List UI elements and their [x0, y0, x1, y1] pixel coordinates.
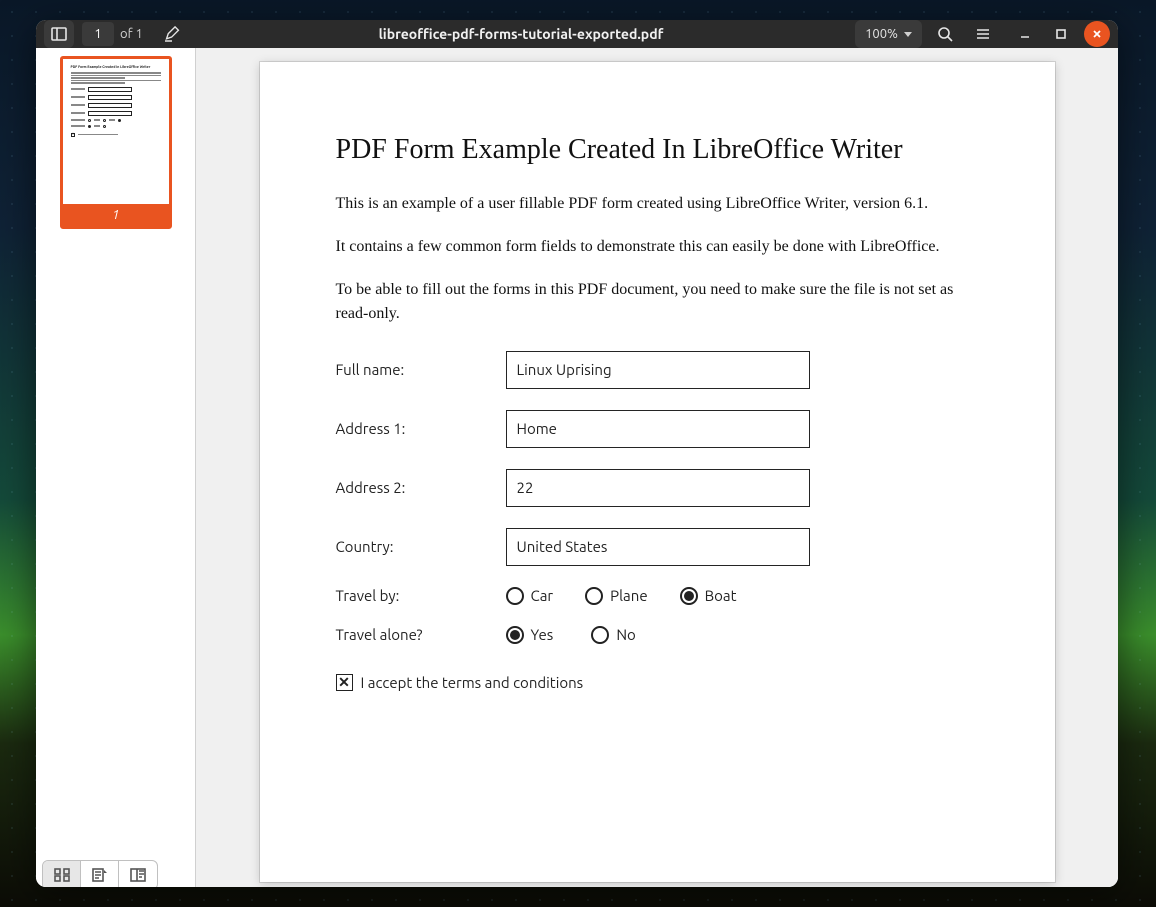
- pdf-viewer-window: 1 of 1 libreoffice-pdf-forms-tutorial-ex…: [36, 20, 1118, 887]
- document-heading: PDF Form Example Created In LibreOffice …: [336, 134, 983, 166]
- thumbnail-preview: PDF Form Example Created In LibreOffice …: [63, 59, 169, 204]
- doc-paragraph-2: It contains a few common form fields to …: [336, 235, 983, 258]
- travel-alone-yes-radio[interactable]: [506, 626, 524, 644]
- zoom-selector[interactable]: 100%: [855, 20, 922, 48]
- address1-label: Address 1:: [336, 420, 506, 437]
- header-bar: 1 of 1 libreoffice-pdf-forms-tutorial-ex…: [36, 20, 1118, 48]
- country-field[interactable]: United States: [506, 528, 810, 566]
- accept-terms-label: I accept the terms and conditions: [361, 674, 584, 691]
- address2-field[interactable]: 22: [506, 469, 810, 507]
- travel-alone-label: Travel alone?: [336, 626, 506, 643]
- pdf-page-1: PDF Form Example Created In LibreOffice …: [260, 62, 1055, 882]
- address2-label: Address 2:: [336, 479, 506, 496]
- main-menu-button[interactable]: [968, 20, 998, 48]
- bookmark-panel-icon: [130, 868, 146, 882]
- page-thumbnail-1[interactable]: PDF Form Example Created In LibreOffice …: [60, 56, 172, 229]
- page-viewport[interactable]: PDF Form Example Created In LibreOffice …: [196, 48, 1118, 887]
- outline-view-button[interactable]: [81, 861, 119, 887]
- content-area: PDF Form Example Created In LibreOffice …: [36, 48, 1118, 887]
- annotations-view-button[interactable]: [119, 861, 157, 887]
- page-total-label: of 1: [120, 27, 143, 41]
- full-name-field[interactable]: Linux Uprising: [506, 351, 810, 389]
- doc-paragraph-1: This is an example of a user fillable PD…: [336, 192, 983, 215]
- outline-icon: [92, 868, 108, 882]
- desktop-wallpaper: 1 of 1 libreoffice-pdf-forms-tutorial-ex…: [0, 0, 1156, 907]
- form: Full name: Linux Uprising Address 1: Hom…: [336, 351, 983, 691]
- sidebar: PDF Form Example Created In LibreOffice …: [36, 48, 196, 887]
- zoom-label: 100%: [865, 27, 898, 41]
- travel-by-plane-radio[interactable]: [585, 587, 603, 605]
- accept-terms-checkbox[interactable]: ✕: [336, 674, 353, 691]
- chevron-down-icon: [904, 32, 912, 37]
- doc-paragraph-3: To be able to fill out the forms in this…: [336, 278, 983, 324]
- travel-alone-no-radio[interactable]: [591, 626, 609, 644]
- travel-by-label: Travel by:: [336, 587, 506, 604]
- country-label: Country:: [336, 538, 506, 555]
- travel-by-car-label: Car: [531, 587, 554, 604]
- minimize-icon: [1019, 28, 1031, 40]
- annotate-button[interactable]: [157, 20, 187, 48]
- travel-by-boat-radio[interactable]: [680, 587, 698, 605]
- page-indicator: 1 of 1: [82, 22, 143, 46]
- grid-icon: [54, 868, 70, 882]
- travel-alone-yes-label: Yes: [531, 626, 554, 643]
- travel-by-plane-label: Plane: [610, 587, 648, 604]
- close-button[interactable]: [1084, 21, 1110, 47]
- page-number-input[interactable]: 1: [82, 22, 114, 46]
- thumbnails-view-button[interactable]: [43, 861, 81, 887]
- travel-by-car-radio[interactable]: [506, 587, 524, 605]
- thumbnails-panel: PDF Form Example Created In LibreOffice …: [42, 56, 189, 229]
- sidebar-view-switcher: [42, 860, 158, 887]
- travel-alone-no-label: No: [616, 626, 636, 643]
- maximize-button[interactable]: [1048, 21, 1074, 47]
- address1-field[interactable]: Home: [506, 410, 810, 448]
- full-name-label: Full name:: [336, 361, 506, 378]
- search-icon: [937, 26, 953, 42]
- window-controls: [1012, 21, 1110, 47]
- close-icon: [1091, 28, 1103, 40]
- window-title: libreoffice-pdf-forms-tutorial-exported.…: [195, 26, 847, 42]
- hamburger-icon: [975, 26, 991, 42]
- pencil-icon: [164, 26, 180, 42]
- search-button[interactable]: [930, 20, 960, 48]
- travel-by-boat-label: Boat: [705, 587, 737, 604]
- maximize-icon: [1055, 28, 1067, 40]
- minimize-button[interactable]: [1012, 21, 1038, 47]
- toggle-sidebar-button[interactable]: [44, 20, 74, 48]
- thumbnail-page-number: 1: [63, 204, 169, 226]
- sidebar-toggle-icon: [51, 27, 67, 41]
